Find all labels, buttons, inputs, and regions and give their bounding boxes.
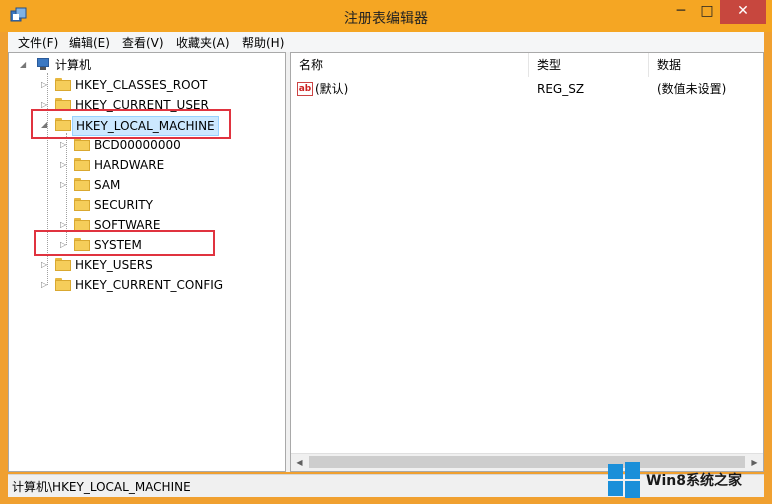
folder-icon <box>55 78 71 91</box>
computer-icon <box>35 58 51 71</box>
expand-arrow-icon[interactable]: ▷ <box>60 155 70 175</box>
menu-file[interactable]: 文件(F) <box>18 34 58 51</box>
expand-arrow-icon[interactable]: ▷ <box>41 275 51 295</box>
folder-icon <box>74 158 90 171</box>
tree-label: HKEY_CURRENT_CONFIG <box>75 278 224 292</box>
highlight-box-hklm <box>31 109 231 139</box>
expand-arrow-icon[interactable]: ▷ <box>60 175 70 195</box>
menu-favorites[interactable]: 收藏夹(A) <box>176 34 230 51</box>
collapse-arrow-icon[interactable]: ◢ <box>20 55 30 75</box>
tree-node-security[interactable]: SECURITY <box>9 195 279 215</box>
window-title: 注册表编辑器 <box>344 11 428 27</box>
status-path: 计算机\HKEY_LOCAL_MACHINE <box>12 480 191 494</box>
minimize-button[interactable]: ─ <box>668 0 694 24</box>
tree-label: 计算机 <box>55 58 92 72</box>
expand-arrow-icon[interactable]: ▷ <box>41 75 51 95</box>
folder-icon <box>74 198 90 211</box>
folder-icon <box>74 138 90 151</box>
close-button[interactable]: ✕ <box>720 0 766 24</box>
watermark: Win8系统之家 <box>608 460 768 500</box>
values-pane[interactable]: 名称 类型 数据 ab (默认) REG_SZ (数值未设置) ◀ ▶ <box>290 52 764 472</box>
tree-node-hkey-classes-root[interactable]: ▷ HKEY_CLASSES_ROOT <box>9 75 279 95</box>
tree-node-hardware[interactable]: ▷ HARDWARE <box>9 155 279 175</box>
title-bar: 注册表编辑器 ─ □ ✕ <box>0 0 772 32</box>
tree-node-computer[interactable]: ◢ 计算机 <box>9 55 279 75</box>
tree-label: SECURITY <box>94 198 153 212</box>
column-header-type[interactable]: 类型 <box>529 53 649 77</box>
windows-logo-icon <box>608 462 642 498</box>
value-data: (数值未设置) <box>657 82 727 96</box>
tree-node-hkey-users[interactable]: ▷ HKEY_USERS <box>9 255 279 275</box>
value-type: REG_SZ <box>537 82 585 96</box>
menu-view[interactable]: 查看(V) <box>122 34 164 51</box>
menu-bar: 文件(F) 编辑(E) 查看(V) 收藏夹(A) 帮助(H) <box>8 32 764 52</box>
tree-node-sam[interactable]: ▷ SAM <box>9 175 279 195</box>
maximize-button[interactable]: □ <box>694 0 720 24</box>
highlight-box-system <box>34 230 215 256</box>
menu-edit[interactable]: 编辑(E) <box>69 34 110 51</box>
tree-label: HKEY_CLASSES_ROOT <box>75 78 208 92</box>
watermark-text: Win8系统之家 <box>646 473 742 489</box>
folder-icon <box>74 178 90 191</box>
scroll-left-icon[interactable]: ◀ <box>291 454 308 471</box>
tree-label: HKEY_USERS <box>75 258 153 272</box>
regedit-window: 注册表编辑器 ─ □ ✕ 文件(F) 编辑(E) 查看(V) 收藏夹(A) 帮助… <box>0 0 772 504</box>
menu-help[interactable]: 帮助(H) <box>242 34 284 51</box>
string-value-icon: ab <box>297 82 313 96</box>
value-name[interactable]: (默认) <box>315 79 348 99</box>
tree-node-hkey-current-config[interactable]: ▷ HKEY_CURRENT_CONFIG <box>9 275 279 295</box>
folder-icon <box>55 278 71 291</box>
column-header-data[interactable]: 数据 <box>649 53 763 77</box>
column-header-name[interactable]: 名称 <box>291 53 529 77</box>
expand-arrow-icon[interactable]: ▷ <box>41 255 51 275</box>
tree-label: HARDWARE <box>94 158 165 172</box>
tree-label: SAM <box>94 178 121 192</box>
key-tree-pane[interactable]: ◢ 计算机 ▷ HKEY_CLASSES_ROOT ▷ HKEY_CURRENT… <box>8 52 286 472</box>
folder-icon <box>55 258 71 271</box>
